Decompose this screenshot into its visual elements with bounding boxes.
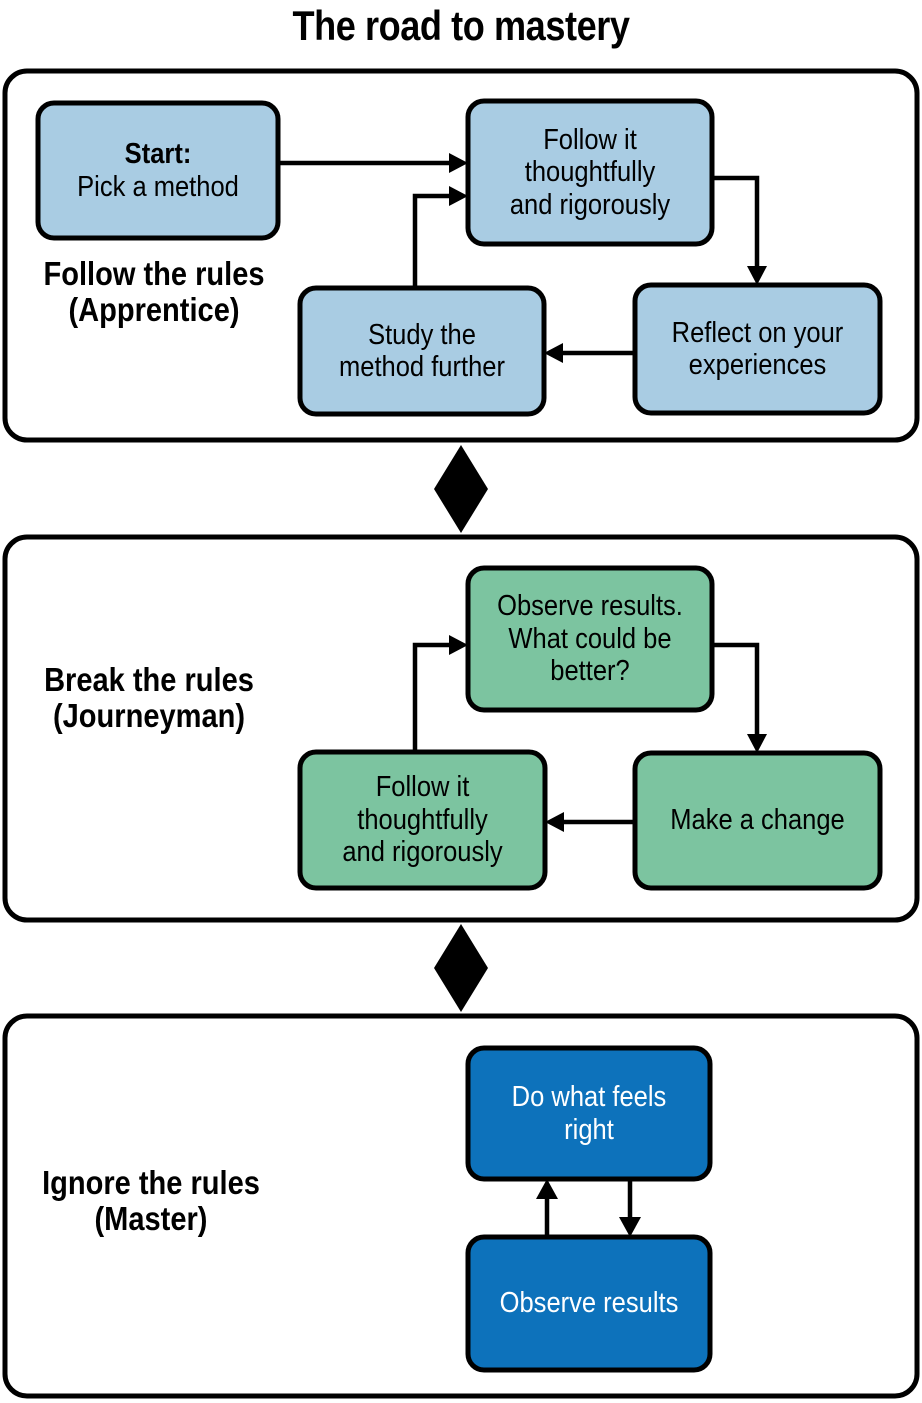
section-label-apprentice-line1: Follow the rules (43, 255, 265, 292)
arrowhead-up-apprentice-journeyman (434, 445, 488, 489)
arrowhead-down-journeyman-master (434, 968, 488, 1012)
arrowhead-down-apprentice-journeyman (434, 489, 488, 533)
node-observe-what[interactable] (465, 565, 715, 713)
node-follow-1[interactable] (465, 98, 715, 247)
node-start[interactable] (35, 100, 281, 241)
section-label-journeyman-line1: Break the rules (44, 661, 254, 698)
section-label-master: Ignore the rules (Master) (36, 1165, 267, 1236)
section-label-master-line1: Ignore the rules (42, 1164, 260, 1201)
section-label-apprentice: Follow the rules (Apprentice) (40, 256, 269, 327)
node-study[interactable] (297, 285, 547, 417)
node-do-what-feels-right[interactable] (465, 1045, 713, 1182)
section-label-apprentice-line2: (Apprentice) (68, 290, 240, 328)
node-follow-2[interactable] (297, 749, 548, 891)
node-reflect[interactable] (632, 282, 883, 416)
node-observe-results[interactable] (465, 1234, 713, 1373)
section-label-journeyman: Break the rules (Journeyman) (34, 662, 265, 733)
diagram-canvas: The road to mastery Follow the rules (Ap… (0, 0, 922, 1403)
node-make-change[interactable] (632, 750, 883, 891)
arrowhead-up-journeyman-master (434, 924, 488, 968)
section-label-master-line2: (Master) (94, 1199, 208, 1237)
section-label-journeyman-line2: (Journeyman) (52, 696, 246, 734)
